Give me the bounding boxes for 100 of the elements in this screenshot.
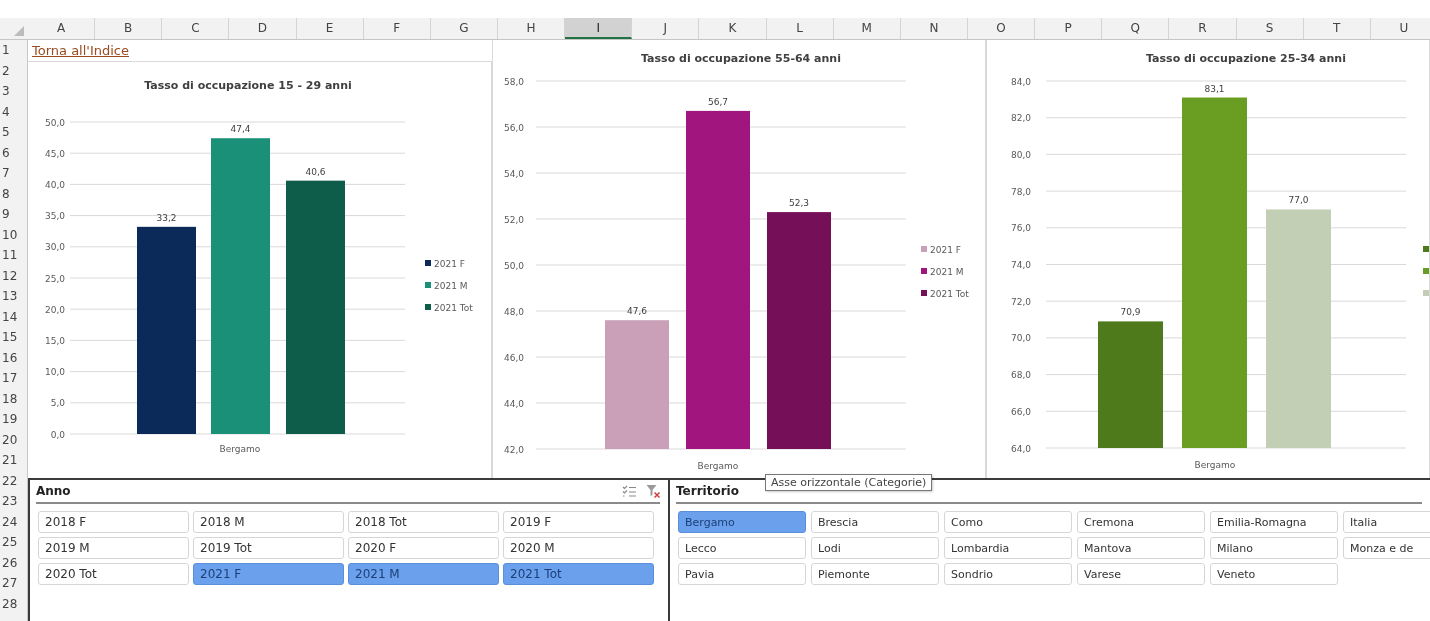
slicer-item[interactable]: Milano <box>1210 537 1338 559</box>
slicer-item[interactable]: Piemonte <box>811 563 939 585</box>
slicer-item[interactable]: Veneto <box>1210 563 1338 585</box>
slicer-item[interactable]: 2021 F <box>193 563 344 585</box>
column-header[interactable]: G <box>430 18 498 39</box>
data-label: 77,0 <box>1288 195 1309 206</box>
slicer-title: Anno <box>36 484 72 498</box>
legend-label: 2021 M <box>434 281 468 291</box>
row-header[interactable]: 26 <box>2 555 18 570</box>
row-header[interactable]: 5 <box>2 125 10 139</box>
column-header[interactable]: M <box>833 18 901 39</box>
row-header[interactable]: 27 <box>2 576 18 590</box>
y-axis-label: 68,0 <box>1010 370 1031 381</box>
data-label: 70,9 <box>1120 307 1141 318</box>
column-header[interactable]: U <box>1370 18 1430 39</box>
y-axis-label: 72,0 <box>1010 296 1031 307</box>
row-header[interactable]: 1 <box>2 43 10 57</box>
slicer-item[interactable]: Brescia <box>811 511 939 533</box>
row-header[interactable]: 18 <box>2 391 18 406</box>
slicer-item[interactable]: 2018 Tot <box>348 511 499 533</box>
column-header[interactable]: P <box>1035 18 1103 39</box>
row-header[interactable]: 15 <box>2 330 18 344</box>
column-header[interactable]: C <box>162 18 230 39</box>
row-header[interactable]: 17 <box>2 371 18 385</box>
slicer-item[interactable]: Lodi <box>811 537 939 559</box>
slicer-item[interactable]: Monza e de <box>1343 537 1430 559</box>
slicer-item[interactable]: 2019 F <box>503 511 654 533</box>
column-header[interactable]: J <box>632 18 700 39</box>
row-header[interactable]: 20 <box>2 432 18 447</box>
row-header[interactable]: 7 <box>2 166 10 180</box>
column-header[interactable]: K <box>699 18 767 39</box>
row-header[interactable]: 4 <box>2 104 10 119</box>
y-axis-label: 35,0 <box>44 211 65 222</box>
slicer-item[interactable]: 2021 Tot <box>503 563 654 585</box>
y-axis-label: 84,0 <box>1010 76 1031 87</box>
slicer-item[interactable]: 2020 F <box>348 537 499 559</box>
slicer-item[interactable]: Como <box>944 511 1072 533</box>
row-header[interactable]: 19 <box>2 412 18 426</box>
column-header[interactable]: R <box>1169 18 1237 39</box>
y-axis-label: 56,0 <box>503 122 524 133</box>
data-label: 33,2 <box>156 212 177 223</box>
row-header[interactable]: 23 <box>2 494 18 508</box>
row-header[interactable]: 10 <box>2 227 18 242</box>
slicer-item[interactable]: 2020 Tot <box>38 563 189 585</box>
slicer-item[interactable]: Lombardia <box>944 537 1072 559</box>
slicer-item[interactable]: 2019 M <box>38 537 189 559</box>
slicer-item[interactable]: Sondrio <box>944 563 1072 585</box>
column-header[interactable]: F <box>363 18 431 39</box>
row-header[interactable]: 8 <box>2 186 10 201</box>
column-header[interactable]: I <box>565 18 633 39</box>
column-header[interactable]: T <box>1303 18 1371 39</box>
column-header[interactable]: B <box>95 18 163 39</box>
row-header[interactable]: 24 <box>2 514 18 529</box>
slicer-item[interactable]: Bergamo <box>678 511 806 533</box>
column-header[interactable]: A <box>28 18 96 39</box>
sheet-link[interactable]: Torna all'Indice <box>32 43 129 58</box>
slicer-item[interactable]: Pavia <box>678 563 806 585</box>
y-axis-label: 0,0 <box>50 429 65 440</box>
row-header[interactable]: 11 <box>2 248 18 262</box>
column-header[interactable]: L <box>766 18 834 39</box>
row-header[interactable]: 6 <box>2 145 10 160</box>
row-header[interactable]: 3 <box>2 84 10 98</box>
slicer-item[interactable]: Italia <box>1343 511 1430 533</box>
row-header[interactable]: 14 <box>2 309 18 324</box>
column-header[interactable]: N <box>900 18 968 39</box>
data-label: 56,7 <box>708 96 728 107</box>
row-header[interactable]: 16 <box>2 350 18 365</box>
column-header[interactable]: S <box>1236 18 1304 39</box>
y-axis-label: 50,0 <box>503 260 524 271</box>
row-header[interactable]: 12 <box>2 268 18 283</box>
column-header[interactable]: Q <box>1102 18 1170 39</box>
chart-title: Tasso di occupazione 25-34 anni <box>1146 52 1346 65</box>
slicer-item[interactable]: Mantova <box>1077 537 1205 559</box>
column-header[interactable]: E <box>296 18 364 39</box>
y-axis-label: 52,0 <box>503 214 524 225</box>
slicer-item[interactable]: Lecco <box>678 537 806 559</box>
row-header[interactable]: 13 <box>2 289 18 303</box>
slicer-item[interactable]: Varese <box>1077 563 1205 585</box>
slicer-item[interactable]: Emilia-Romagna <box>1210 511 1338 533</box>
y-axis-label: 80,0 <box>1010 149 1031 160</box>
slicer-item[interactable]: Cremona <box>1077 511 1205 533</box>
row-header[interactable]: 25 <box>2 535 18 549</box>
row-header[interactable]: 9 <box>2 207 10 221</box>
slicer-item[interactable]: 2020 M <box>503 537 654 559</box>
slicer-item[interactable]: 2021 M <box>348 563 499 585</box>
multi-select-icon[interactable] <box>622 485 636 497</box>
clear-filter-icon[interactable] <box>646 484 660 498</box>
row-header[interactable]: 28 <box>2 596 18 611</box>
row-header[interactable]: 2 <box>2 63 10 78</box>
row-header[interactable]: 22 <box>2 473 18 488</box>
column-header[interactable]: D <box>229 18 297 39</box>
legend-label: 2021 Tot <box>434 303 473 313</box>
chart-title: Tasso di occupazione 15 - 29 anni <box>144 79 352 92</box>
legend-swatch <box>425 304 431 310</box>
slicer-item[interactable]: 2018 M <box>193 511 344 533</box>
y-axis-label: 74,0 <box>1010 260 1031 270</box>
column-header[interactable]: O <box>967 18 1036 39</box>
slicer-item[interactable]: 2019 Tot <box>193 537 344 559</box>
slicer-item[interactable]: 2018 F <box>38 511 189 533</box>
row-header[interactable]: 21 <box>2 453 18 467</box>
